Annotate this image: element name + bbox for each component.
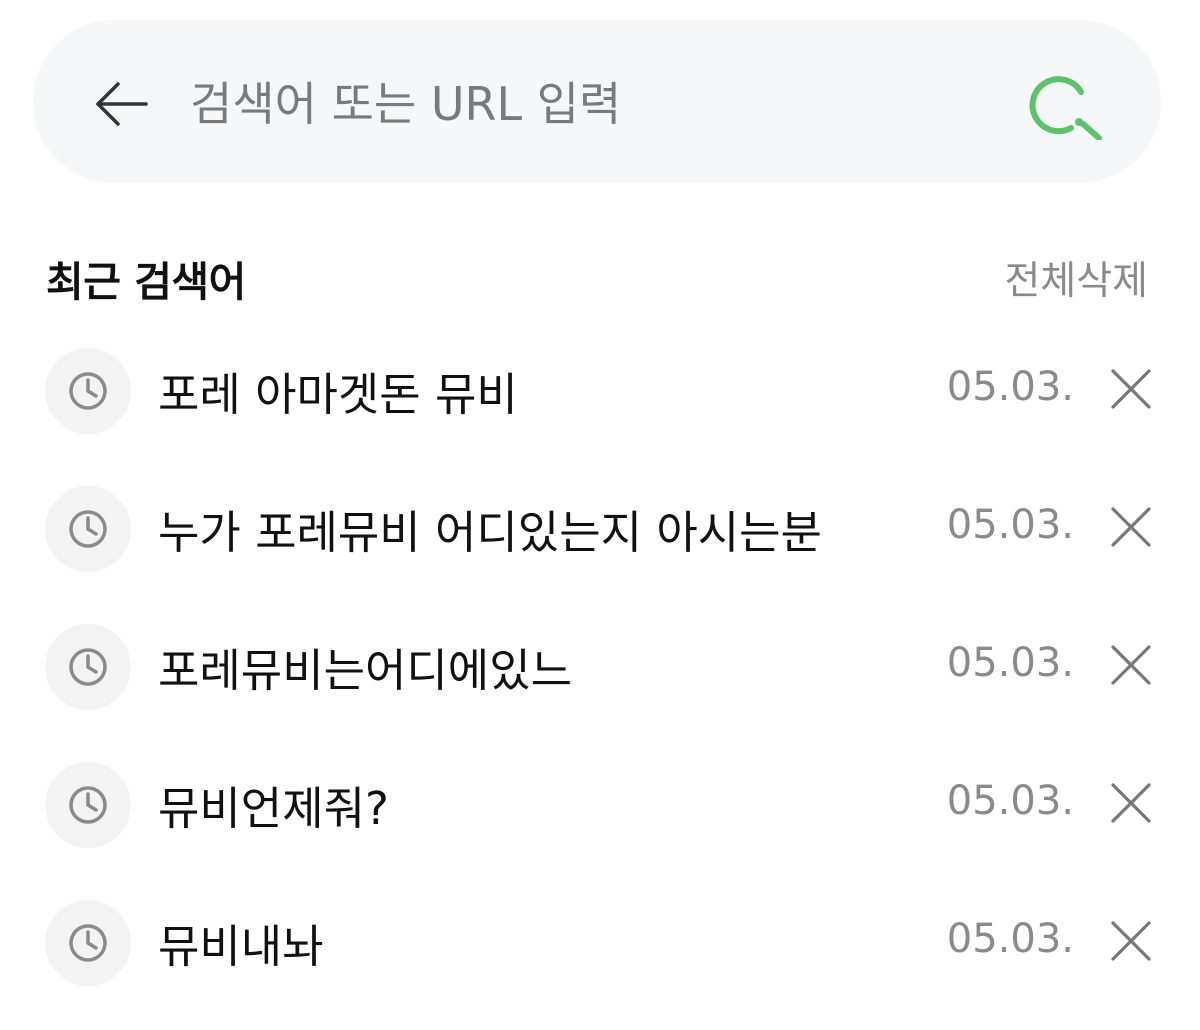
clear-all-button[interactable]: 전체삭제 [1004, 250, 1148, 306]
recent-search-query[interactable]: 뮤비내놔 [158, 910, 324, 975]
recent-search-date: 05.03. [946, 778, 1074, 824]
history-icon-badge [45, 486, 131, 572]
recent-search-date: 05.03. [946, 640, 1074, 686]
recent-search-query[interactable]: 포레 아마겟돈 뮤비 [158, 358, 518, 423]
recent-search-item[interactable]: 누가 포레뮤비 어디있는지 아시는분 05.03. [0, 478, 1200, 616]
recent-search-item[interactable]: 뮤비내놔 05.03. [0, 892, 1200, 1030]
recent-search-query[interactable]: 누가 포레뮤비 어디있는지 아시는분 [158, 496, 822, 561]
recent-search-date: 05.03. [946, 364, 1074, 410]
close-icon [1111, 645, 1151, 685]
recent-search-query[interactable]: 뮤비언제줘? [158, 772, 389, 837]
recent-search-date: 05.03. [946, 502, 1074, 548]
recent-search-item[interactable]: 뮤비언제줘? 05.03. [0, 754, 1200, 892]
search-input[interactable] [190, 64, 990, 144]
search-button[interactable] [1022, 70, 1108, 140]
delete-search-button[interactable] [1106, 778, 1156, 828]
close-icon [1111, 369, 1151, 409]
delete-search-button[interactable] [1106, 502, 1156, 552]
history-icon-badge [45, 900, 131, 986]
history-icon-badge [45, 762, 131, 848]
recent-search-query[interactable]: 포레뮤비는어디에있느 [158, 634, 572, 699]
recent-search-date: 05.03. [946, 916, 1074, 962]
recent-searches-title: 최근 검색어 [46, 258, 246, 306]
clock-icon [69, 924, 107, 962]
delete-search-button[interactable] [1106, 916, 1156, 966]
recent-search-list: 포레 아마겟돈 뮤비 05.03. 누가 포레뮤비 어디있는지 아시는분 05.… [0, 340, 1200, 1030]
history-icon-badge [45, 624, 131, 710]
back-button[interactable] [80, 74, 160, 134]
clock-icon [69, 648, 107, 686]
recent-search-item[interactable]: 포레 아마겟돈 뮤비 05.03. [0, 340, 1200, 478]
recent-search-item[interactable]: 포레뮤비는어디에있느 05.03. [0, 616, 1200, 754]
clock-icon [69, 786, 107, 824]
close-icon [1111, 921, 1151, 961]
delete-search-button[interactable] [1106, 640, 1156, 690]
clock-icon [69, 510, 107, 548]
close-icon [1111, 783, 1151, 823]
arrow-left-icon [96, 82, 148, 126]
history-icon-badge [45, 348, 131, 434]
delete-search-button[interactable] [1106, 364, 1156, 414]
clock-icon [69, 372, 107, 410]
search-icon [1029, 76, 1102, 140]
close-icon [1111, 507, 1151, 547]
